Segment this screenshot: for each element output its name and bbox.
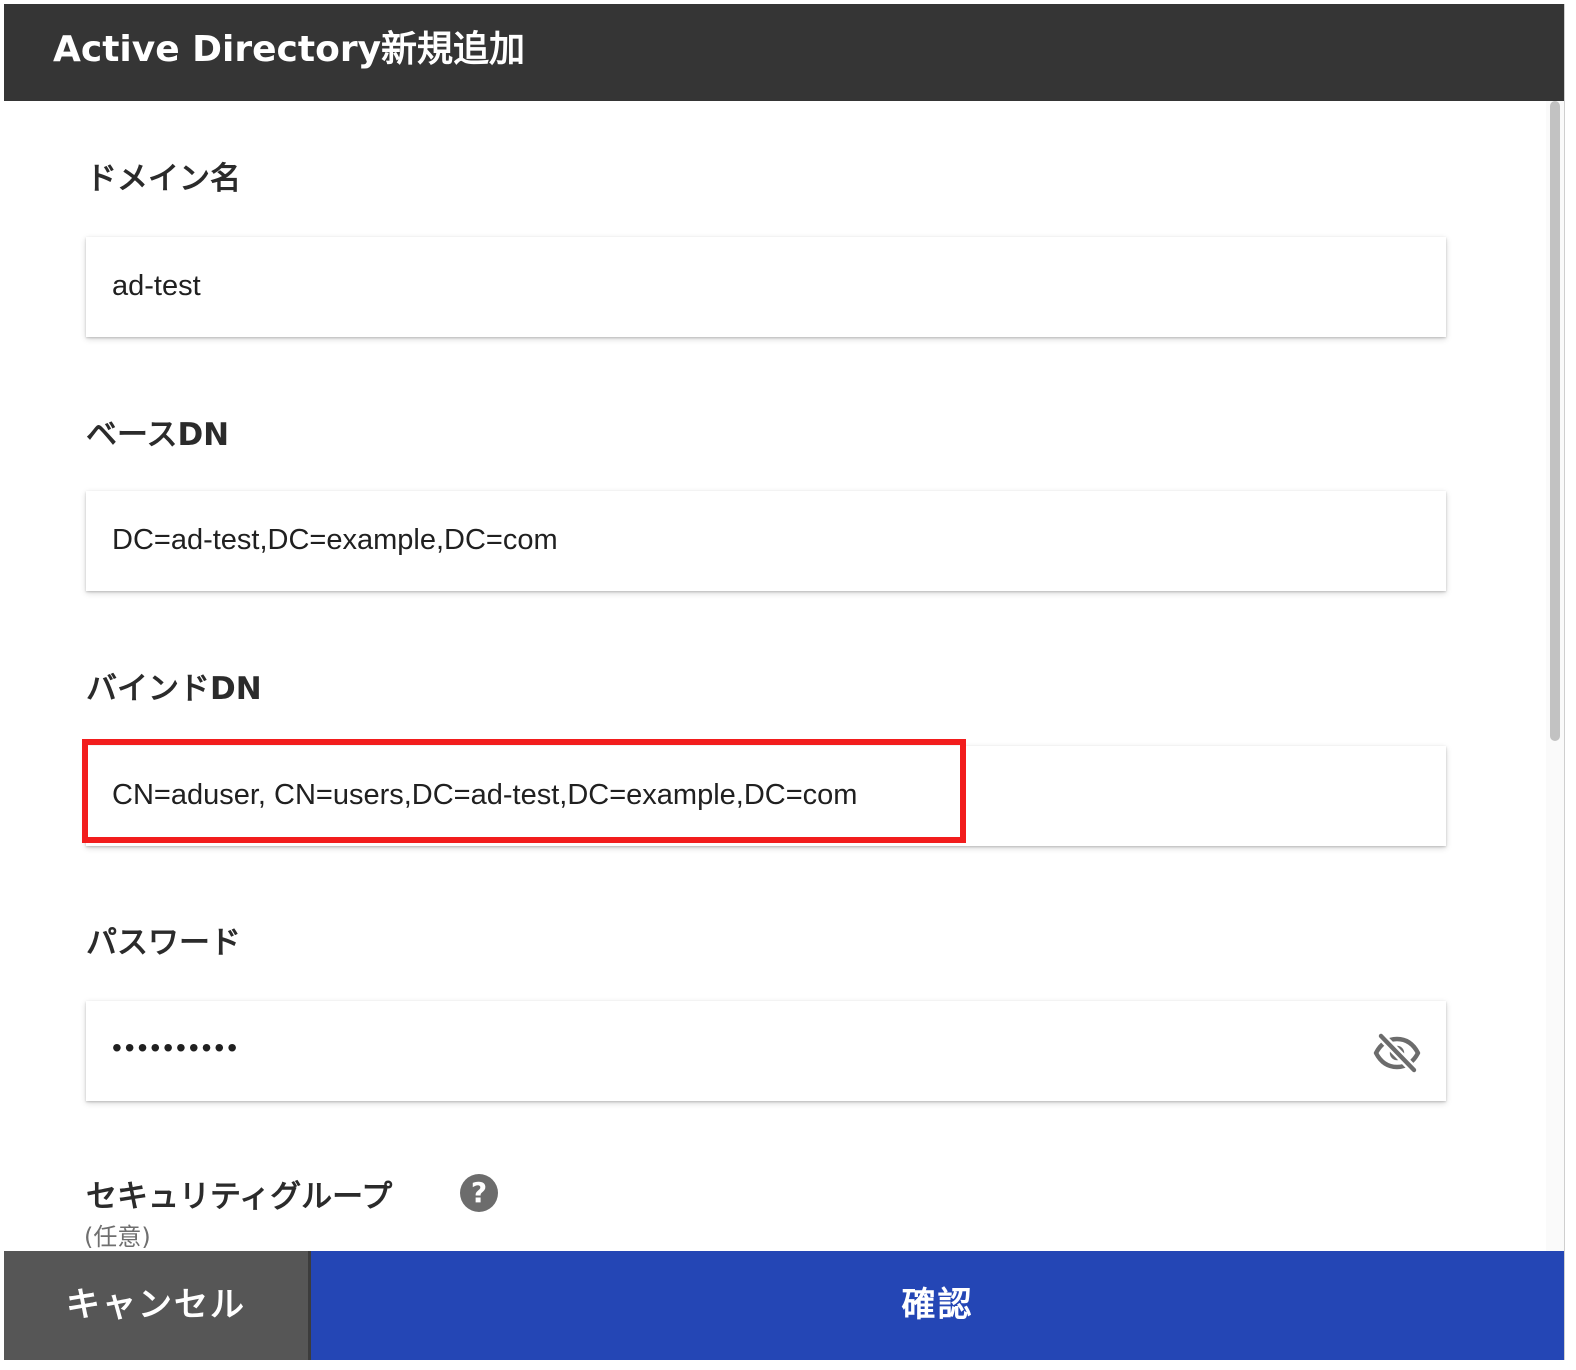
scrollbar-thumb[interactable]: [1550, 101, 1560, 741]
domain-label: ドメイン名: [86, 161, 241, 197]
domain-value: ad-test: [112, 270, 201, 302]
base-dn-input[interactable]: DC=ad-test,DC=example,DC=com: [86, 491, 1446, 591]
dialog-footer: キャンセル 確認: [4, 1251, 1564, 1360]
bind-dn-input[interactable]: CN=aduser, CN=users,DC=ad-test,DC=exampl…: [86, 746, 1446, 846]
base-dn-label: ベースDN: [86, 417, 230, 453]
password-label: パスワード: [86, 925, 241, 961]
scrollbar-track[interactable]: [1546, 101, 1564, 1251]
security-group-label: セキュリティグループ: [86, 1179, 393, 1215]
bind-dn-value: CN=aduser, CN=users,DC=ad-test,DC=exampl…: [112, 779, 858, 811]
password-input[interactable]: ••••••••••: [86, 1001, 1446, 1101]
eye-off-icon[interactable]: [1372, 1028, 1422, 1078]
confirm-button[interactable]: 確認: [311, 1251, 1564, 1360]
cancel-button[interactable]: キャンセル: [4, 1251, 308, 1360]
bind-dn-label: バインドDN: [86, 671, 262, 707]
dialog-content: ドメイン名 ad-test ベースDN DC=ad-test,DC=exampl…: [4, 101, 1564, 1251]
dialog-title: Active Directory新規追加: [53, 29, 526, 70]
ad-add-dialog: Active Directory新規追加 ドメイン名 ad-test ベースDN…: [4, 4, 1565, 1360]
base-dn-value: DC=ad-test,DC=example,DC=com: [112, 524, 558, 556]
password-masked-value: ••••••••••: [112, 1032, 241, 1063]
optional-label: (任意): [84, 1223, 151, 1251]
domain-input[interactable]: ad-test: [86, 237, 1446, 337]
dialog-header: Active Directory新規追加: [4, 4, 1564, 101]
help-icon[interactable]: ?: [460, 1174, 498, 1212]
